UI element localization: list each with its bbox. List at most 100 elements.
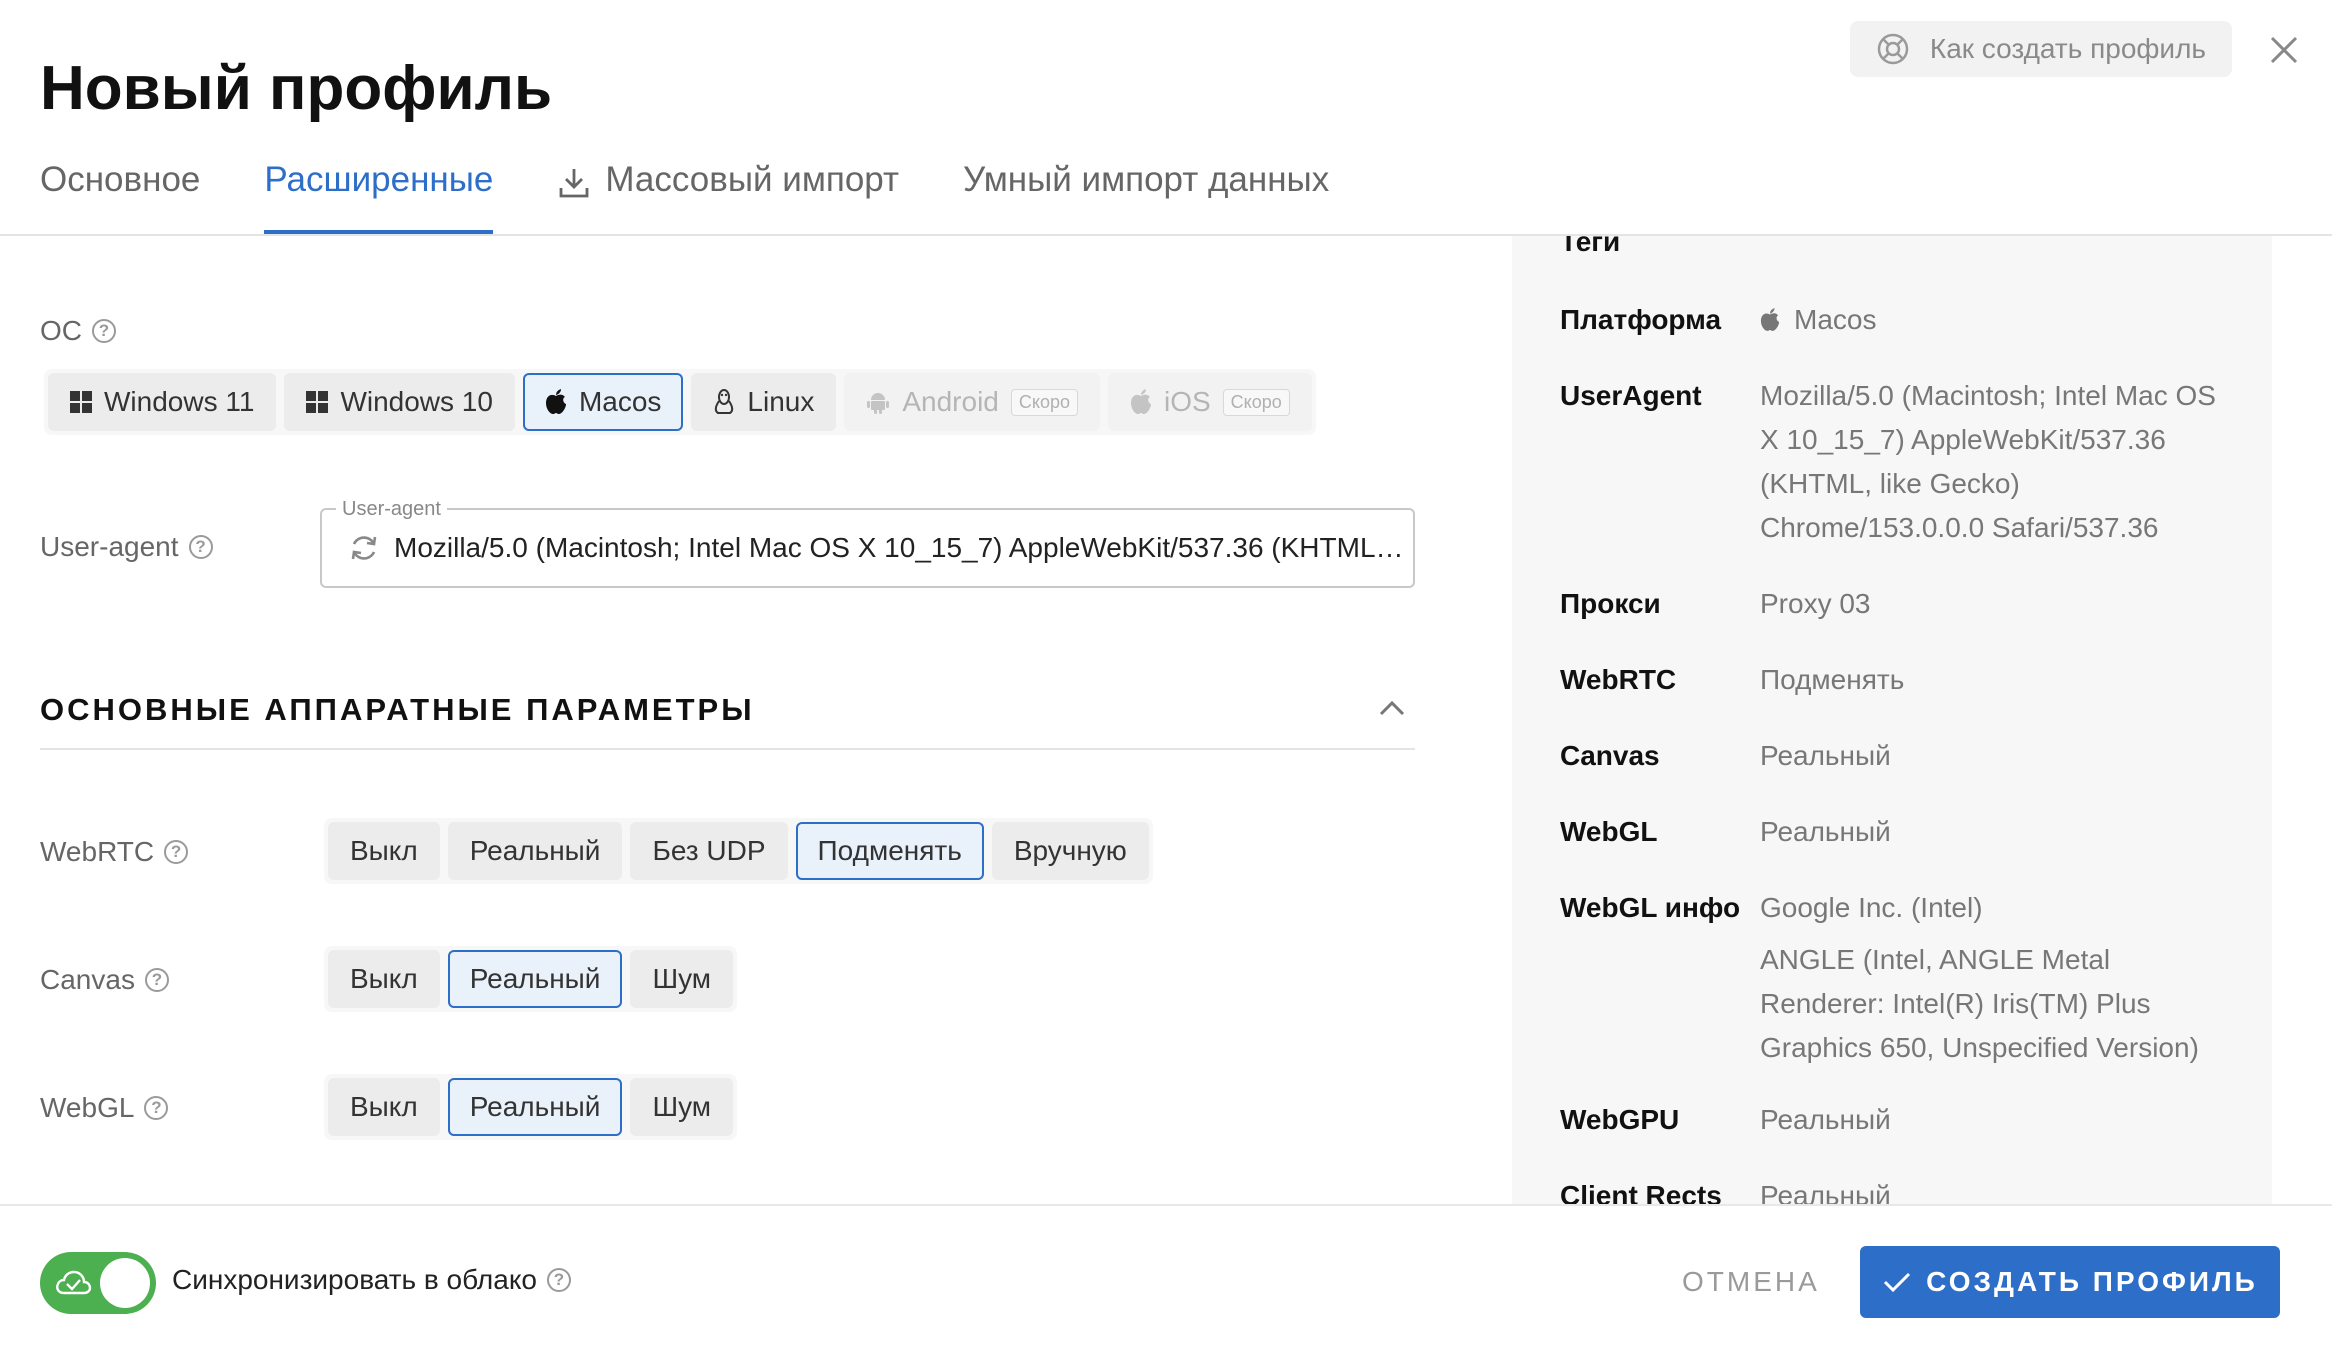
os-option-windows-11[interactable]: Windows 11 bbox=[48, 373, 277, 431]
canvas-option-off[interactable]: Выкл bbox=[328, 950, 440, 1008]
help-icon[interactable]: ? bbox=[144, 968, 169, 992]
tab-label: Основное bbox=[40, 160, 201, 199]
summary-value: Proxy 03 bbox=[1760, 588, 1871, 619]
coming-soon-badge: Скоро bbox=[1222, 388, 1290, 416]
help-icon[interactable]: ? bbox=[144, 1096, 169, 1120]
os-option-label: iOS bbox=[1163, 386, 1211, 417]
summary-row-canvas: Canvas Реальный bbox=[1560, 734, 2260, 778]
help-icon[interactable]: ? bbox=[546, 1268, 571, 1292]
help-icon[interactable]: ? bbox=[92, 319, 116, 343]
os-label-text: ОС bbox=[40, 315, 82, 346]
summary-value: Mozilla/5.0 (Macintosh; Intel Mac OS X 1… bbox=[1760, 380, 2216, 543]
os-option-label: Macos bbox=[578, 386, 662, 417]
summary-value-wrap: Macos bbox=[1760, 298, 1876, 342]
os-option-label: Android bbox=[902, 386, 999, 417]
webrtc-option-spoof[interactable]: Подменять bbox=[795, 822, 984, 880]
webrtc-label-text: WebRTC bbox=[40, 836, 155, 867]
os-option-android: Android Скоро bbox=[844, 373, 1100, 431]
summary-value: Реальный bbox=[1760, 740, 1891, 771]
os-option-windows-10[interactable]: Windows 10 bbox=[284, 373, 515, 431]
help-icon[interactable]: ? bbox=[188, 535, 213, 559]
summary-key: UserAgent bbox=[1560, 380, 1702, 411]
close-icon[interactable] bbox=[2264, 30, 2304, 70]
webgl-option-off[interactable]: Выкл bbox=[328, 1078, 440, 1136]
summary-row-webgpu: WebGPU Реальный bbox=[1560, 1098, 2260, 1142]
windows-icon bbox=[306, 391, 329, 413]
linux-icon bbox=[715, 389, 734, 414]
how-to-create-profile-button[interactable]: Как создать профиль bbox=[1849, 21, 2232, 77]
os-option-label: Windows 10 bbox=[340, 386, 493, 417]
create-profile-label: СОЗДАТЬ ПРОФИЛЬ bbox=[1926, 1266, 2258, 1297]
refresh-icon[interactable] bbox=[348, 532, 380, 564]
summary-value: Google Inc. (Intel) bbox=[1760, 892, 1983, 923]
webrtc-label: WebRTC ? bbox=[40, 836, 189, 868]
useragent-label-text: User-agent bbox=[40, 531, 179, 562]
lifebuoy-icon bbox=[1877, 33, 1909, 65]
canvas-option-real[interactable]: Реальный bbox=[447, 950, 623, 1008]
summary-value: Реальный bbox=[1760, 1104, 1891, 1135]
summary-key: Платформа bbox=[1560, 304, 1722, 335]
tab-advanced[interactable]: Расширенные bbox=[264, 160, 494, 234]
summary-key: WebRTC bbox=[1560, 664, 1677, 695]
footer-divider bbox=[0, 1204, 2332, 1206]
tab-label: Умный импорт данных bbox=[963, 160, 1330, 199]
useragent-field[interactable]: Mozilla/5.0 (Macintosh; Intel Mac OS X 1… bbox=[320, 508, 1415, 588]
summary-value: Реальный bbox=[1760, 1180, 1891, 1204]
webgl-label-text: WebGL bbox=[40, 1092, 135, 1123]
summary-key: Canvas bbox=[1560, 740, 1660, 771]
summary-value-wrap: Google Inc. (Intel) ANGLE (Intel, ANGLE … bbox=[1760, 886, 2230, 1070]
summary-key: WebGL инфо bbox=[1560, 892, 1741, 923]
summary-value: Подменять bbox=[1760, 664, 1905, 695]
tab-label: Массовый импорт bbox=[605, 160, 900, 199]
os-option-macos[interactable]: Macos bbox=[522, 373, 684, 431]
apple-icon bbox=[1130, 389, 1151, 414]
check-icon bbox=[1884, 1272, 1911, 1293]
webrtc-option-real[interactable]: Реальный bbox=[447, 822, 623, 880]
canvas-option-noise[interactable]: Шум bbox=[630, 950, 734, 1008]
canvas-label-text: Canvas bbox=[40, 964, 135, 995]
webrtc-selector: Выкл Реальный Без UDP Подменять Вручную bbox=[324, 818, 1153, 884]
summary-key: Теги bbox=[1560, 236, 1621, 257]
os-label: ОС ? bbox=[40, 315, 116, 347]
tab-bulk-import[interactable]: Массовый импорт bbox=[557, 160, 899, 234]
help-button-label: Как создать профиль bbox=[1929, 33, 2206, 64]
summary-row-proxy: Прокси Proxy 03 bbox=[1560, 582, 2260, 626]
apple-icon bbox=[1760, 308, 1780, 331]
coming-soon-badge: Скоро bbox=[1010, 388, 1078, 416]
summary-key: Прокси bbox=[1560, 588, 1661, 619]
summary-row-tags: Теги bbox=[1560, 236, 2260, 264]
webrtc-option-manual[interactable]: Вручную bbox=[991, 822, 1149, 880]
webrtc-option-no-udp[interactable]: Без UDP bbox=[630, 822, 788, 880]
summary-row-platform: Платформа Macos bbox=[1560, 298, 2260, 342]
summary-row-webrtc: WebRTC Подменять bbox=[1560, 658, 2260, 702]
windows-icon bbox=[70, 391, 92, 413]
summary-value-secondary: ANGLE (Intel, ANGLE Metal Renderer: Inte… bbox=[1760, 944, 2199, 1063]
webgl-label: WebGL ? bbox=[40, 1092, 169, 1124]
webgl-option-noise[interactable]: Шум bbox=[630, 1078, 734, 1136]
summary-key: WebGL bbox=[1560, 816, 1658, 847]
download-icon bbox=[559, 169, 589, 198]
summary-row-client-rects: Client Rects Реальный bbox=[1560, 1174, 2260, 1204]
webrtc-option-off[interactable]: Выкл bbox=[328, 822, 440, 880]
summary-row-webgl-info: WebGL инфо Google Inc. (Intel) ANGLE (In… bbox=[1560, 886, 2260, 1070]
cloud-check-icon bbox=[56, 1270, 92, 1295]
webgl-selector: Выкл Реальный Шум bbox=[324, 1074, 738, 1140]
cloud-sync-label-text: Синхронизировать в облако bbox=[172, 1264, 537, 1295]
webgl-option-real[interactable]: Реальный bbox=[447, 1078, 623, 1136]
create-profile-button[interactable]: СОЗДАТЬ ПРОФИЛЬ bbox=[1860, 1246, 2280, 1318]
summary-row-useragent: UserAgent Mozilla/5.0 (Macintosh; Intel … bbox=[1560, 374, 2260, 550]
tab-smart-import[interactable]: Умный импорт данных bbox=[963, 160, 1329, 234]
tab-basic[interactable]: Основное bbox=[40, 160, 200, 234]
cloud-sync-toggle[interactable] bbox=[40, 1252, 156, 1314]
help-icon[interactable]: ? bbox=[164, 840, 189, 864]
useragent-value: Mozilla/5.0 (Macintosh; Intel Mac OS X 1… bbox=[394, 532, 1404, 563]
cancel-button[interactable]: ОТМЕНА bbox=[1682, 1266, 1820, 1298]
os-option-label: Windows 11 bbox=[104, 386, 255, 417]
summary-row-webgl: WebGL Реальный bbox=[1560, 810, 2260, 854]
chevron-up-icon[interactable] bbox=[1376, 696, 1408, 720]
os-option-linux[interactable]: Linux bbox=[691, 373, 837, 431]
cloud-sync-label: Синхронизировать в облако ? bbox=[172, 1264, 571, 1296]
os-option-label: Linux bbox=[747, 386, 815, 417]
canvas-selector: Выкл Реальный Шум bbox=[324, 946, 738, 1012]
page-title: Новый профиль bbox=[40, 54, 553, 123]
